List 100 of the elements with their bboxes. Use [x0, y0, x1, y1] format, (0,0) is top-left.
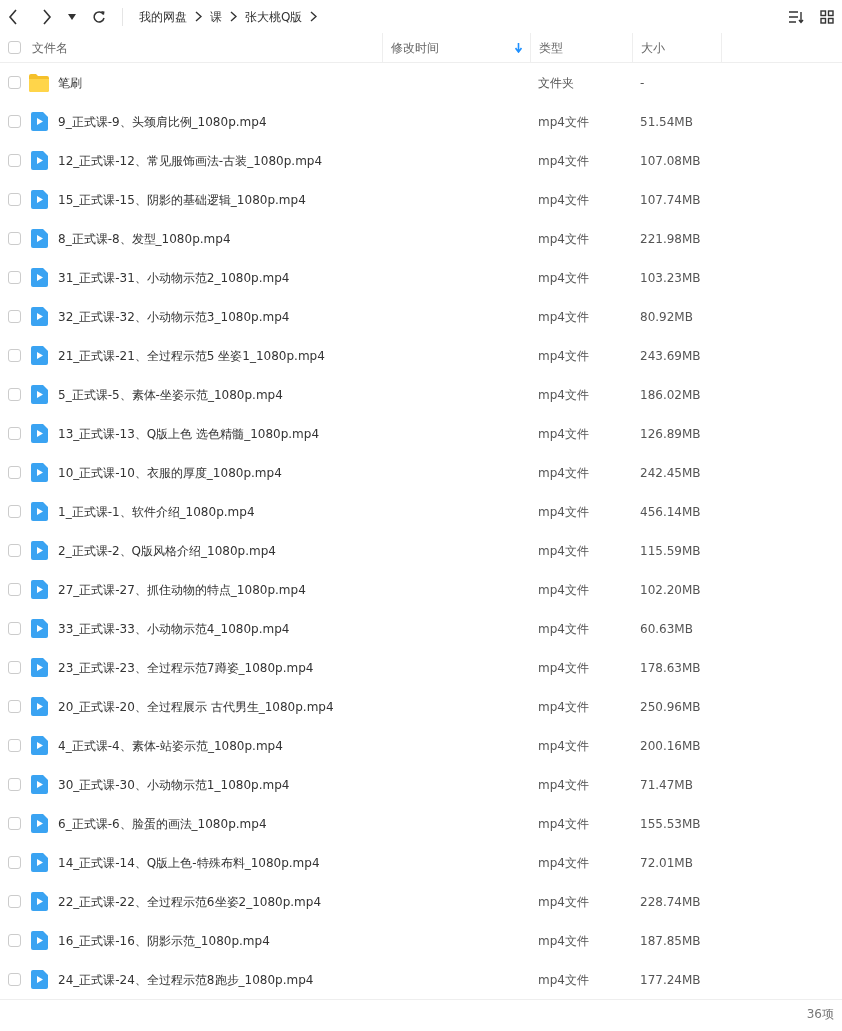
row-checkbox[interactable] — [7, 388, 21, 401]
row-checkbox[interactable] — [7, 544, 21, 557]
back-button[interactable] — [8, 8, 18, 25]
file-type: mp4文件 — [538, 348, 589, 363]
file-size: 228.74MB — [640, 894, 701, 909]
file-size: 155.53MB — [640, 816, 701, 831]
file-name[interactable]: 24_正式课-24、全过程示范8跑步_1080p.mp4 — [58, 970, 314, 989]
row-checkbox[interactable] — [7, 193, 21, 206]
dropdown-button[interactable] — [68, 13, 76, 20]
file-size: 178.63MB — [640, 660, 701, 675]
file-size: 250.96MB — [640, 699, 701, 714]
file-name[interactable]: 31_正式课-31、小动物示范2_1080p.mp4 — [58, 268, 290, 287]
video-file-icon — [28, 814, 50, 833]
file-name[interactable]: 16_正式课-16、阴影示范_1080p.mp4 — [58, 931, 270, 950]
file-name[interactable]: 8_正式课-8、发型_1080p.mp4 — [58, 229, 231, 248]
file-name[interactable]: 10_正式课-10、衣服的厚度_1080p.mp4 — [58, 463, 282, 482]
column-header[interactable]: 修改时间 — [391, 38, 439, 57]
file-name[interactable]: 21_正式课-21、全过程示范5 坐姿1_1080p.mp4 — [58, 346, 325, 365]
file-name[interactable]: 6_正式课-6、脸蛋的画法_1080p.mp4 — [58, 814, 267, 833]
row-checkbox[interactable] — [7, 505, 21, 518]
row-checkbox[interactable] — [7, 622, 21, 635]
file-type: mp4文件 — [538, 504, 589, 519]
file-name[interactable]: 30_正式课-30、小动物示范1_1080p.mp4 — [58, 775, 290, 794]
file-type: mp4文件 — [538, 660, 589, 675]
row-checkbox[interactable] — [7, 271, 21, 284]
file-name[interactable]: 20_正式课-20、全过程展示 古代男生_1080p.mp4 — [58, 697, 334, 716]
row-checkbox[interactable] — [7, 427, 21, 440]
file-size: - — [640, 75, 645, 90]
file-name[interactable]: 9_正式课-9、头颈肩比例_1080p.mp4 — [58, 112, 267, 131]
file-name[interactable]: 33_正式课-33、小动物示范4_1080p.mp4 — [58, 619, 290, 638]
file-name[interactable]: 4_正式课-4、素体-站姿示范_1080p.mp4 — [58, 736, 283, 755]
file-type: mp4文件 — [538, 114, 589, 129]
file-name[interactable]: 23_正式课-23、全过程示范7蹲姿_1080p.mp4 — [58, 658, 314, 677]
video-file-icon — [28, 892, 50, 911]
sort-list-icon[interactable] — [788, 9, 804, 24]
video-file-icon — [28, 580, 50, 599]
file-size: 80.92MB — [640, 309, 693, 324]
video-file-icon — [28, 463, 50, 482]
breadcrumb-link[interactable]: 课 — [210, 7, 222, 26]
chevron-icon — [310, 11, 318, 22]
file-name[interactable]: 32_正式课-32、小动物示范3_1080p.mp4 — [58, 307, 290, 326]
row-checkbox[interactable] — [7, 310, 21, 323]
video-file-icon — [28, 268, 50, 287]
file-type: mp4文件 — [538, 192, 589, 207]
row-checkbox[interactable] — [7, 895, 21, 908]
file-type: mp4文件 — [538, 309, 589, 324]
file-type: mp4文件 — [538, 543, 589, 558]
video-file-icon — [28, 931, 50, 950]
item-count: 36项 — [806, 1005, 834, 1023]
grid-view-icon[interactable] — [820, 9, 834, 24]
row-checkbox[interactable] — [7, 739, 21, 752]
file-type: mp4文件 — [538, 582, 589, 597]
file-name[interactable]: 27_正式课-27、抓住动物的特点_1080p.mp4 — [58, 580, 306, 599]
file-type: mp4文件 — [538, 387, 589, 402]
file-type: mp4文件 — [538, 972, 589, 987]
video-file-icon — [28, 619, 50, 638]
file-type: mp4文件 — [538, 465, 589, 480]
row-checkbox[interactable] — [7, 661, 21, 674]
column-header[interactable]: 大小 — [641, 38, 665, 57]
video-file-icon — [28, 112, 50, 131]
forward-button[interactable] — [42, 8, 52, 25]
file-type: 文件夹 — [538, 75, 574, 90]
video-file-icon — [28, 424, 50, 443]
file-size: 126.89MB — [640, 426, 701, 441]
select-all-checkbox[interactable] — [7, 41, 21, 54]
file-name[interactable]: 1_正式课-1、软件介绍_1080p.mp4 — [58, 502, 255, 521]
breadcrumb-link[interactable]: 我的网盘 — [139, 7, 187, 26]
breadcrumb-link[interactable]: 张大桃Q版 — [245, 7, 303, 26]
file-name[interactable]: 5_正式课-5、素体-坐姿示范_1080p.mp4 — [58, 385, 283, 404]
file-name[interactable]: 笔刷 — [58, 73, 82, 92]
file-name[interactable]: 15_正式课-15、阴影的基础逻辑_1080p.mp4 — [58, 190, 306, 209]
file-size: 187.85MB — [640, 933, 701, 948]
column-header[interactable]: 文件名 — [32, 40, 68, 55]
row-checkbox[interactable] — [7, 154, 21, 167]
file-type: mp4文件 — [538, 933, 589, 948]
row-checkbox[interactable] — [7, 232, 21, 245]
row-checkbox[interactable] — [7, 349, 21, 362]
file-type: mp4文件 — [538, 426, 589, 441]
video-file-icon — [28, 736, 50, 755]
row-checkbox[interactable] — [7, 583, 21, 596]
file-name[interactable]: 12_正式课-12、常见服饰画法-古装_1080p.mp4 — [58, 151, 323, 170]
video-file-icon — [28, 346, 50, 365]
row-checkbox[interactable] — [7, 973, 21, 986]
file-name[interactable]: 13_正式课-13、Q版上色 选色精髓_1080p.mp4 — [58, 424, 320, 443]
file-name[interactable]: 2_正式课-2、Q版风格介绍_1080p.mp4 — [58, 541, 276, 560]
video-file-icon — [28, 151, 50, 170]
row-checkbox[interactable] — [7, 778, 21, 791]
row-checkbox[interactable] — [7, 700, 21, 713]
row-checkbox[interactable] — [7, 466, 21, 479]
column-header[interactable]: 类型 — [539, 38, 563, 57]
file-name[interactable]: 14_正式课-14、Q版上色-特殊布料_1080p.mp4 — [58, 853, 320, 872]
row-checkbox[interactable] — [7, 856, 21, 869]
refresh-button[interactable] — [92, 9, 106, 24]
file-type: mp4文件 — [538, 894, 589, 909]
row-checkbox[interactable] — [7, 817, 21, 830]
row-checkbox[interactable] — [7, 115, 21, 128]
file-name[interactable]: 22_正式课-22、全过程示范6坐姿2_1080p.mp4 — [58, 892, 322, 911]
row-checkbox[interactable] — [7, 76, 21, 89]
file-size: 103.23MB — [640, 270, 701, 285]
row-checkbox[interactable] — [7, 934, 21, 947]
